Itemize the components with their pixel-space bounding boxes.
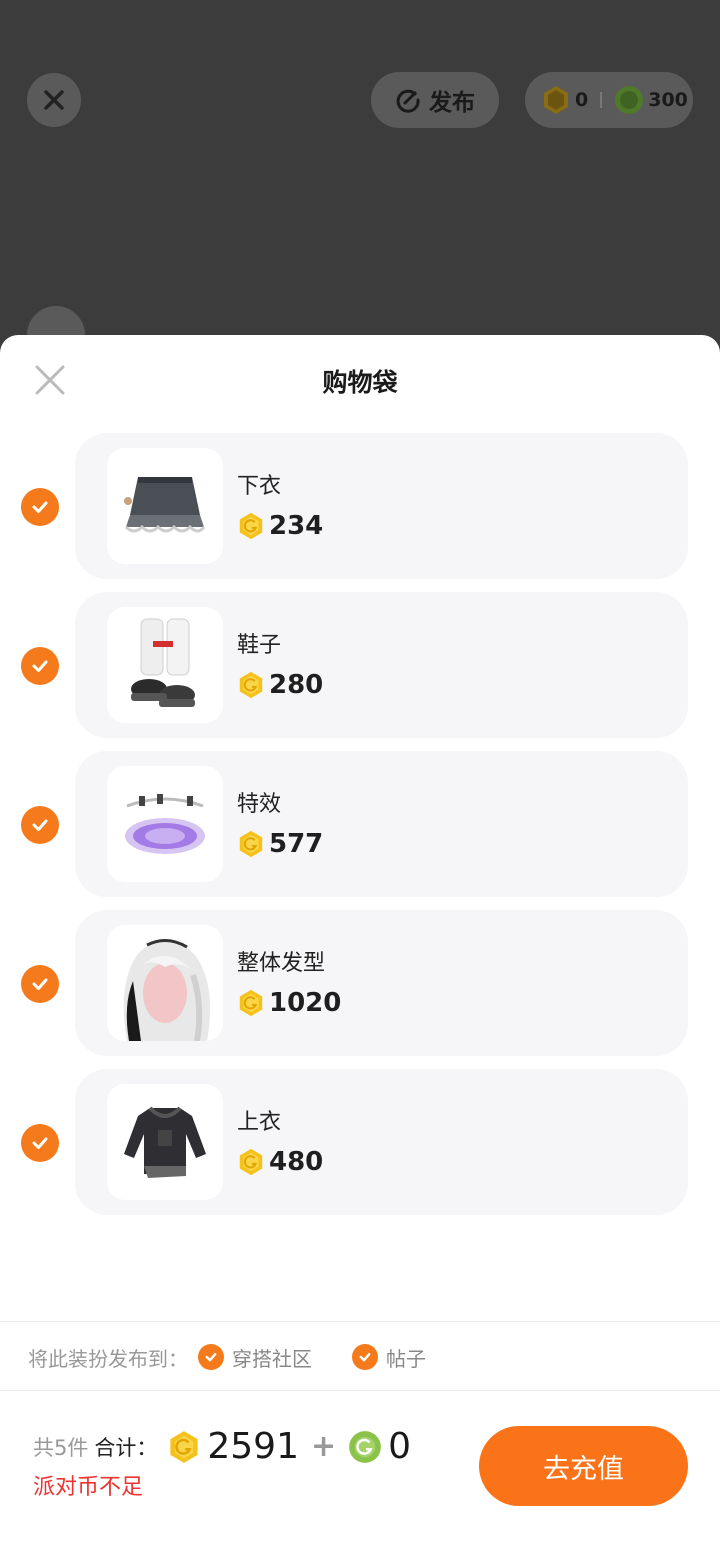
item-checkbox[interactable] xyxy=(21,806,59,844)
check-icon xyxy=(32,660,48,672)
shoes-image xyxy=(131,618,195,707)
item-card[interactable]: 下衣 234 xyxy=(75,433,688,579)
close-button[interactable] xyxy=(27,73,81,127)
item-checkbox[interactable] xyxy=(21,1124,59,1162)
gold-coin-icon xyxy=(239,1148,263,1176)
item-card[interactable]: 整体发型 1020 xyxy=(75,910,688,1056)
gold-balance: 0 xyxy=(575,89,589,111)
publish-icon xyxy=(396,89,420,113)
item-card[interactable]: 特效 577 xyxy=(75,751,688,897)
gold-coin-icon xyxy=(170,1430,198,1463)
list-item[interactable]: 鞋子 280 xyxy=(0,592,720,738)
item-name: 特效 xyxy=(237,792,282,817)
publish-to-label: 将此装扮发布到： xyxy=(28,1346,188,1371)
hairstyle-image xyxy=(123,939,211,1041)
coin-balance[interactable]: 0 300 xyxy=(525,72,693,128)
check-icon xyxy=(32,819,48,831)
item-thumbnail xyxy=(107,766,223,882)
publish-label: 发布 xyxy=(429,90,475,116)
sheet-title: 购物袋 xyxy=(322,368,398,397)
item-price-value: 1020 xyxy=(269,988,342,1018)
total-line: 共5件 合计： 2591 + 0 xyxy=(33,1426,411,1467)
item-price: 280 xyxy=(237,670,323,700)
publish-button[interactable]: 发布 xyxy=(371,72,499,128)
item-price: 234 xyxy=(237,511,323,541)
total-label: 合计： xyxy=(94,1435,158,1460)
effect-image xyxy=(125,794,205,854)
item-price-value: 577 xyxy=(269,829,324,859)
check-icon xyxy=(32,978,48,990)
divider xyxy=(0,1390,720,1391)
green-coin-icon xyxy=(349,1430,382,1463)
insufficient-warning: 派对币不足 xyxy=(33,1475,144,1500)
check-icon xyxy=(352,1344,378,1370)
gold-coin-icon xyxy=(239,512,263,540)
item-checkbox[interactable] xyxy=(21,647,59,685)
item-name: 下衣 xyxy=(237,474,282,499)
publish-to-bar: 将此装扮发布到： 穿搭社区 帖子 xyxy=(28,1343,426,1371)
item-thumbnail xyxy=(107,1084,223,1200)
gold-coin-icon xyxy=(239,671,263,699)
plus-sign: + xyxy=(311,1429,337,1464)
publish-option-label: 帖子 xyxy=(386,1346,426,1371)
item-price: 577 xyxy=(237,829,323,859)
item-thumbnail xyxy=(107,607,223,723)
item-card[interactable]: 鞋子 280 xyxy=(75,592,688,738)
divider xyxy=(0,1321,720,1322)
green-coin-icon xyxy=(615,86,644,114)
publish-option-community[interactable]: 穿搭社区 xyxy=(198,1343,312,1372)
item-name: 整体发型 xyxy=(237,951,326,976)
gold-coin-icon xyxy=(544,86,568,114)
gold-coin-icon xyxy=(239,989,263,1017)
item-count: 共5件 xyxy=(33,1435,89,1460)
check-icon xyxy=(32,501,48,513)
item-price-value: 480 xyxy=(269,1147,324,1177)
green-total: 0 xyxy=(388,1426,412,1467)
check-icon xyxy=(198,1344,224,1370)
publish-option-post[interactable]: 帖子 xyxy=(352,1343,426,1372)
item-list: 下衣 234 鞋子 280 特效 577 整体发型 1020 上衣 480 xyxy=(0,433,720,1228)
recharge-button[interactable]: 去充值 xyxy=(479,1426,688,1506)
list-item[interactable]: 下衣 234 xyxy=(0,433,720,579)
green-balance: 300 xyxy=(648,89,688,111)
shopping-bag-sheet: 购物袋 下衣 234 鞋子 280 特效 577 整体发型 1020 上衣 48… xyxy=(0,335,720,1544)
close-icon xyxy=(44,90,64,110)
check-icon xyxy=(32,1137,48,1149)
item-checkbox[interactable] xyxy=(21,965,59,1003)
item-price: 1020 xyxy=(237,988,341,1018)
item-thumbnail xyxy=(107,925,223,1041)
skirt-image xyxy=(124,477,206,533)
balance-divider xyxy=(600,92,603,108)
item-price-value: 280 xyxy=(269,670,324,700)
item-checkbox[interactable] xyxy=(21,488,59,526)
gold-total: 2591 xyxy=(207,1426,299,1467)
item-thumbnail xyxy=(107,448,223,564)
top-image xyxy=(124,1106,206,1178)
order-summary: 共5件 合计： 2591 + 0 派对币不足 xyxy=(33,1426,411,1501)
list-item[interactable]: 特效 577 xyxy=(0,751,720,897)
list-item[interactable]: 整体发型 1020 xyxy=(0,910,720,1056)
item-name: 鞋子 xyxy=(237,633,282,658)
item-name: 上衣 xyxy=(237,1110,282,1135)
item-price-value: 234 xyxy=(269,511,324,541)
item-price: 480 xyxy=(237,1147,323,1177)
gold-coin-icon xyxy=(239,830,263,858)
item-card[interactable]: 上衣 480 xyxy=(75,1069,688,1215)
list-item[interactable]: 上衣 480 xyxy=(0,1069,720,1215)
publish-option-label: 穿搭社区 xyxy=(232,1346,312,1371)
